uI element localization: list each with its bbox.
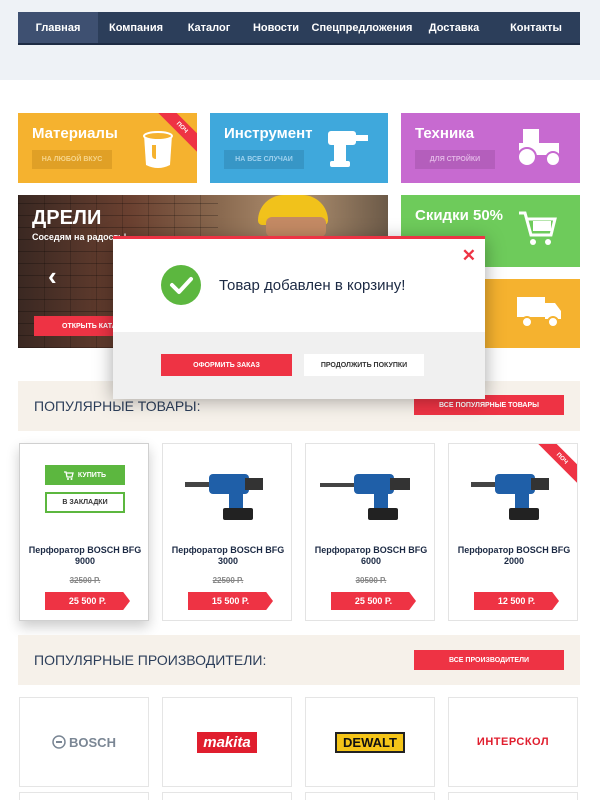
modal-overlay bbox=[0, 0, 600, 800]
check-icon bbox=[161, 265, 201, 305]
modal-message: Товар добавлен в корзину! bbox=[219, 277, 406, 294]
close-icon[interactable]: ✕ bbox=[462, 246, 476, 266]
continue-shopping-button[interactable]: ПРОДОЛЖИТЬ ПОКУПКИ bbox=[304, 354, 424, 376]
added-to-cart-modal: ✕ Товар добавлен в корзину! ОФОРМИТЬ ЗАК… bbox=[113, 236, 485, 399]
place-order-button[interactable]: ОФОРМИТЬ ЗАКАЗ bbox=[161, 354, 292, 376]
